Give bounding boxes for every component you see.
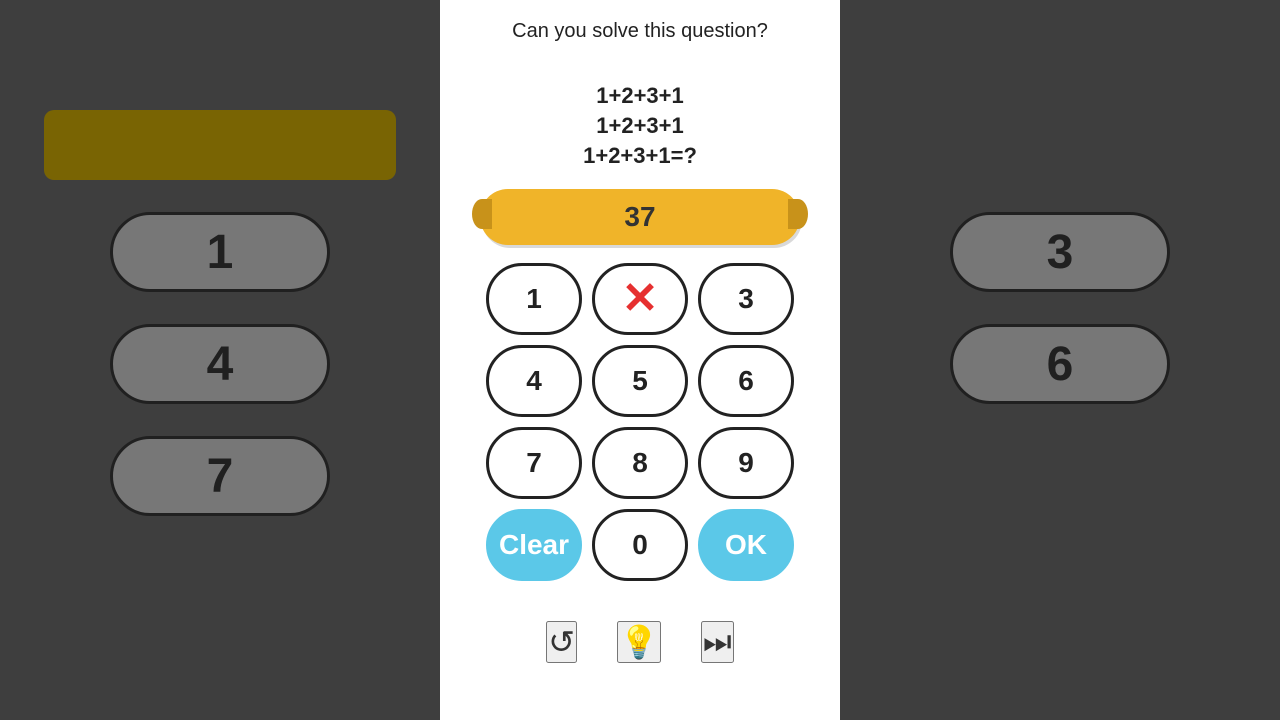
question-title: Can you solve this question?: [512, 20, 768, 43]
center-modal: Can you solve this question? 1+2+3+1 1+2…: [440, 0, 840, 720]
btn-delete[interactable]: ✕: [592, 263, 688, 335]
bg-left-content: 1 4 7: [0, 80, 440, 516]
bg-gold-bar: [44, 110, 396, 180]
hint-button[interactable]: 💡: [617, 621, 661, 663]
equation-line-2: 1+2+3+1: [596, 113, 683, 139]
btn-clear[interactable]: Clear: [486, 509, 582, 581]
btn-4[interactable]: 4: [486, 345, 582, 417]
btn-0[interactable]: 0: [592, 509, 688, 581]
retry-icon: ↺: [548, 624, 575, 660]
bg-right-btn-3: 3: [950, 212, 1170, 292]
answer-value: 37: [624, 201, 655, 233]
btn-3[interactable]: 3: [698, 263, 794, 335]
numpad: 1 ✕ 3 4 5 6 7 8: [486, 263, 794, 581]
math-equations: 1+2+3+1 1+2+3+1 1+2+3+1=?: [583, 83, 697, 169]
skip-button[interactable]: ⏭: [701, 621, 734, 663]
screen-container: 1 4 7 Can you solve this question? 1+2+3…: [0, 0, 1280, 720]
bg-left-btn-7: 7: [110, 436, 330, 516]
btn-7[interactable]: 7: [486, 427, 582, 499]
btn-6[interactable]: 6: [698, 345, 794, 417]
btn-8[interactable]: 8: [592, 427, 688, 499]
retry-button[interactable]: ↺: [546, 621, 577, 663]
skip-icon: ⏭: [703, 623, 732, 659]
btn-1[interactable]: 1: [486, 263, 582, 335]
x-icon: ✕: [622, 277, 659, 321]
bottom-toolbar: ↺ 💡 ⏭: [546, 611, 733, 663]
btn-ok[interactable]: OK: [698, 509, 794, 581]
equation-line-3: 1+2+3+1=?: [583, 143, 697, 169]
btn-9[interactable]: 9: [698, 427, 794, 499]
bg-right-content: 3 6: [840, 80, 1280, 404]
answer-display: 37: [480, 189, 800, 245]
bg-right-btn-6: 6: [950, 324, 1170, 404]
bg-left-btn-4: 4: [110, 324, 330, 404]
bg-right-panel: 3 6: [840, 0, 1280, 720]
btn-5[interactable]: 5: [592, 345, 688, 417]
bg-left-panel: 1 4 7: [0, 0, 440, 720]
equation-line-1: 1+2+3+1: [596, 83, 683, 109]
bg-left-btn-1: 1: [110, 212, 330, 292]
hint-icon: 💡: [619, 624, 659, 660]
